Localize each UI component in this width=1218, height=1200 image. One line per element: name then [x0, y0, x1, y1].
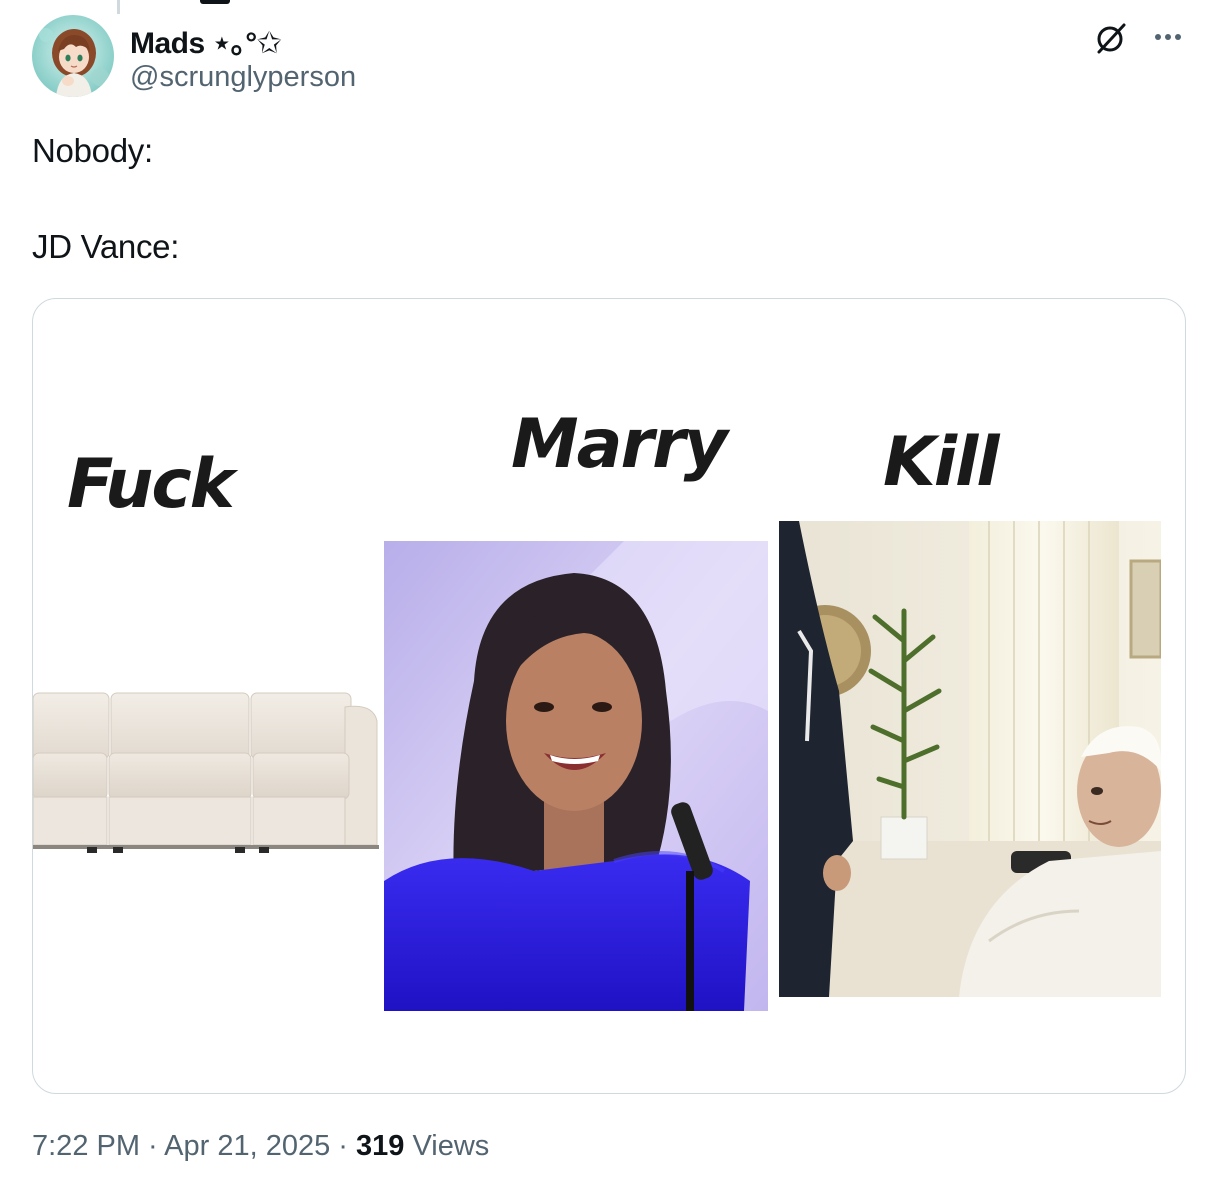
meme-label-second: Marry — [511, 405, 728, 484]
woman-speaking-illustration — [384, 541, 768, 1011]
meme-label-third: Kill — [883, 423, 1000, 502]
grok-icon[interactable] — [1093, 20, 1129, 56]
views-label: Views — [404, 1130, 490, 1162]
media-attachment[interactable]: Fuck Marry Kill — [32, 298, 1186, 1094]
tweet-text-line-1: Nobody: — [32, 132, 153, 169]
meta-separator: · — [330, 1130, 357, 1162]
author-handle[interactable]: @scrunglyperson — [130, 61, 356, 94]
tweet-meta: 7:22 PM · Apr 21, 2025 · 319 Views — [32, 1130, 489, 1163]
grok-icon-glyph — [1097, 23, 1126, 54]
tweet-text-line-2: JD Vance: — [32, 228, 180, 265]
tweet-date[interactable]: Apr 21, 2025 — [164, 1130, 330, 1162]
thread-connector — [117, 0, 120, 14]
author-display-name[interactable]: Mads ⋆｡°✩ — [130, 18, 282, 62]
couch-illustration — [33, 692, 379, 853]
more-icon-glyph — [1155, 34, 1181, 40]
tweet: Mads ⋆｡°✩ @scrunglyperson Nobody: JD Van… — [0, 0, 1218, 1200]
meta-separator: · — [140, 1130, 165, 1162]
more-options-icon[interactable] — [1150, 24, 1186, 48]
meeting-room-illustration — [779, 521, 1163, 997]
tweet-time[interactable]: 7:22 PM — [32, 1130, 140, 1162]
views-count[interactable]: 319 — [356, 1130, 404, 1162]
meeting-room-photo — [779, 521, 1163, 997]
anime-avatar-icon — [32, 15, 114, 97]
avatar[interactable] — [32, 15, 114, 97]
pinned-indicator-remnant — [200, 0, 230, 4]
woman-speaking-photo — [384, 541, 768, 1011]
couch-image — [33, 687, 379, 857]
meme-label-first: Fuck — [67, 445, 235, 524]
